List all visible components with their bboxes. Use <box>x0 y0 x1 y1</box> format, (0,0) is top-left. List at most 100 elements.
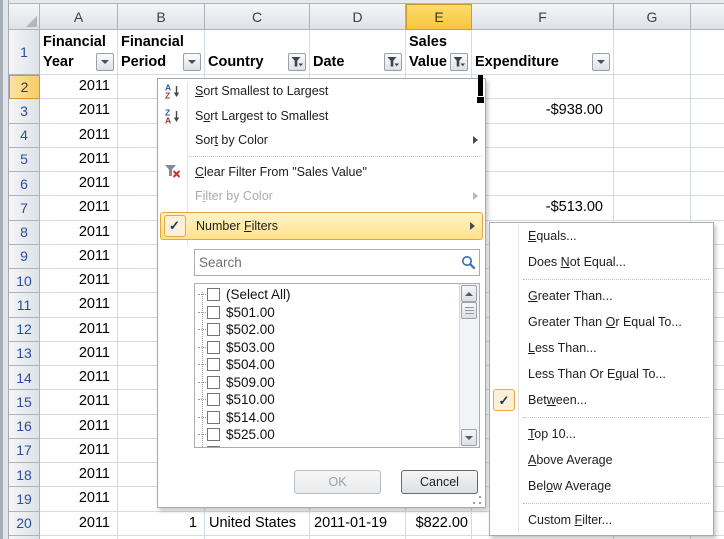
menu-item-sort-smallest-to-largest[interactable]: AZSort Smallest to Largest <box>158 79 485 104</box>
menu-item-sort-largest-to-smallest[interactable]: ZASort Largest to Smallest <box>158 104 485 129</box>
menu-item-clear-filter-from-sales-value[interactable]: Clear Filter From "Sales Value" <box>158 160 485 185</box>
menu-item-greater-than[interactable]: Greater Than... <box>490 283 713 309</box>
scroll-thumb[interactable] <box>461 302 477 319</box>
cell-A5[interactable]: 2011 <box>40 148 118 172</box>
cell-A4[interactable]: 2011 <box>40 124 118 148</box>
cell-B20[interactable]: 1 <box>118 512 205 536</box>
menu-item-between[interactable]: ✓Between... <box>490 387 713 413</box>
col-header-A[interactable]: A <box>40 4 118 30</box>
filter-value-509-00[interactable]: $509.00 <box>195 374 460 392</box>
row-header-5[interactable]: 5 <box>9 148 40 172</box>
cell-D20[interactable]: 2011-01-19 <box>310 512 406 536</box>
cell-H7[interactable] <box>691 196 724 220</box>
filter-value-select-all[interactable]: (Select All) <box>195 286 460 304</box>
row-header-16[interactable]: 16 <box>9 415 40 439</box>
cell-G7[interactable] <box>614 196 691 220</box>
menu-item-number-filters[interactable]: ✓Number Filters <box>160 212 483 240</box>
resize-grip[interactable] <box>472 495 482 505</box>
cell-G3[interactable] <box>614 99 691 123</box>
cell-H2[interactable] <box>691 75 724 99</box>
filter-dropdown-button[interactable] <box>183 53 201 71</box>
row-header-6[interactable]: 6 <box>9 172 40 196</box>
row-header-17[interactable]: 17 <box>9 439 40 463</box>
col-header-C[interactable]: C <box>205 4 310 30</box>
cell-A20[interactable]: 2011 <box>40 512 118 536</box>
row-header-1[interactable]: 1 <box>9 30 40 75</box>
menu-item-below-average[interactable]: Below Average <box>490 473 713 499</box>
filter-value-503-00[interactable]: $503.00 <box>195 339 460 357</box>
row-header-7[interactable]: 7 <box>9 196 40 220</box>
header-cell-sales-value[interactable]: SalesValue <box>406 30 472 75</box>
search-icon[interactable] <box>457 255 479 270</box>
filter-funnel-button[interactable] <box>384 53 402 71</box>
col-header-G[interactable]: G <box>614 4 691 30</box>
row-header-12[interactable]: 12 <box>9 318 40 342</box>
cell-A9[interactable]: 2011 <box>40 245 118 269</box>
col-header-D[interactable]: D <box>310 4 406 30</box>
row-header-11[interactable]: 11 <box>9 293 40 317</box>
col-header-F[interactable]: F <box>472 4 614 30</box>
cell-H3[interactable] <box>691 99 724 123</box>
menu-item-above-average[interactable]: Above Average <box>490 447 713 473</box>
col-header-E[interactable]: E <box>406 4 472 30</box>
cell-A8[interactable]: 2011 <box>40 221 118 245</box>
cell-A2[interactable]: 2011 <box>40 75 118 99</box>
menu-item-greater-than-or-equal-to[interactable]: Greater Than Or Equal To... <box>490 309 713 335</box>
cell-F6[interactable] <box>472 172 614 196</box>
filter-value-504-00[interactable]: $504.00 <box>195 356 460 374</box>
menu-item-less-than-or-equal-to[interactable]: Less Than Or Equal To... <box>490 361 713 387</box>
row-header-10[interactable]: 10 <box>9 269 40 293</box>
cell-F7[interactable]: -$513.00 <box>472 196 614 220</box>
row-header-9[interactable]: 9 <box>9 245 40 269</box>
header-cell-country[interactable]: Country <box>205 30 310 75</box>
cell-A16[interactable]: 2011 <box>40 415 118 439</box>
checkbox-525-00[interactable] <box>207 428 220 441</box>
filter-funnel-button[interactable] <box>288 53 306 71</box>
filter-value-partial[interactable] <box>195 444 460 448</box>
menu-item-does-not-equal[interactable]: Does Not Equal... <box>490 249 713 275</box>
menu-item-less-than[interactable]: Less Than... <box>490 335 713 361</box>
checkbox-504-00[interactable] <box>207 358 220 371</box>
row-header-4[interactable]: 4 <box>9 124 40 148</box>
cell-F3[interactable]: -$938.00 <box>472 99 614 123</box>
header-cell-expenditure[interactable]: Expenditure <box>472 30 614 75</box>
select-all-corner[interactable] <box>9 4 40 30</box>
cell-A6[interactable]: 2011 <box>40 172 118 196</box>
row-header-20[interactable]: 20 <box>9 512 40 536</box>
cell-A12[interactable]: 2011 <box>40 318 118 342</box>
cell-A3[interactable]: 2011 <box>40 99 118 123</box>
cell-A15[interactable]: 2011 <box>40 390 118 414</box>
row-header-3[interactable]: 3 <box>9 99 40 123</box>
filter-funnel-button[interactable] <box>450 53 468 71</box>
cell-H4[interactable] <box>691 124 724 148</box>
scroll-up-button[interactable] <box>461 285 477 302</box>
checkbox-503-00[interactable] <box>207 341 220 354</box>
row-header-19[interactable]: 19 <box>9 487 40 511</box>
checkbox-514-00[interactable] <box>207 411 220 424</box>
checkbox-502-00[interactable] <box>207 323 220 336</box>
cell-E20[interactable]: $822.00 <box>406 512 472 536</box>
header-cell-h[interactable] <box>691 30 724 75</box>
header-cell-g[interactable] <box>614 30 691 75</box>
filter-dropdown-button[interactable] <box>592 53 610 71</box>
row-header-8[interactable]: 8 <box>9 221 40 245</box>
row-header-18[interactable]: 18 <box>9 463 40 487</box>
filter-value-510-00[interactable]: $510.00 <box>195 391 460 409</box>
header-cell-financial-year[interactable]: FinancialYear <box>40 30 118 75</box>
col-header-partial[interactable] <box>691 4 724 30</box>
checkbox-partial[interactable] <box>207 446 220 447</box>
cell-A13[interactable]: 2011 <box>40 342 118 366</box>
col-header-B[interactable]: B <box>118 4 205 30</box>
row-header-14[interactable]: 14 <box>9 366 40 390</box>
filter-dropdown-button[interactable] <box>96 53 114 71</box>
cell-F2[interactable] <box>472 75 614 99</box>
filter-value-525-00[interactable]: $525.00 <box>195 426 460 444</box>
cancel-button[interactable]: Cancel <box>401 470 478 494</box>
cell-A17[interactable]: 2011 <box>40 439 118 463</box>
filter-value-514-00[interactable]: $514.00 <box>195 409 460 427</box>
checkbox-510-00[interactable] <box>207 393 220 406</box>
row-header-2[interactable]: 2 <box>9 75 40 99</box>
filter-value-502-00[interactable]: $502.00 <box>195 321 460 339</box>
filter-value-501-00[interactable]: $501.00 <box>195 304 460 322</box>
header-cell-financial-period[interactable]: FinancialPeriod <box>118 30 205 75</box>
